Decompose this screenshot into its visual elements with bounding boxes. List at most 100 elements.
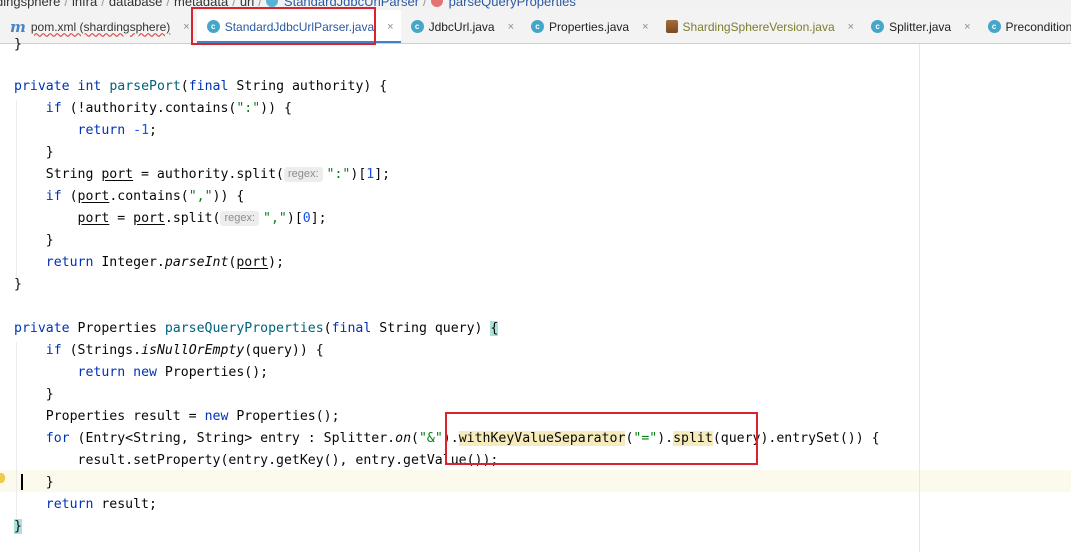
- class-icon: c: [871, 20, 885, 33]
- close-icon[interactable]: ×: [848, 21, 854, 33]
- breadcrumb-separator: /: [258, 0, 262, 9]
- code-text: ];: [374, 167, 391, 182]
- breadcrumb-item[interactable]: metadata: [174, 0, 228, 9]
- keyword: return: [45, 497, 94, 512]
- matched-brace: {: [490, 321, 499, 336]
- tab-label: JdbcUrl.java: [428, 19, 495, 34]
- code-text: (: [323, 321, 332, 336]
- static-method: parseInt: [164, 255, 229, 270]
- close-icon[interactable]: ×: [964, 21, 970, 33]
- jar-class-icon: [665, 20, 678, 33]
- code-editor[interactable]: } private int parsePort(final String aut…: [0, 37, 1071, 552]
- code-text: String query): [371, 321, 491, 336]
- breadcrumb-item[interactable]: infra: [72, 0, 97, 9]
- method-icon: [430, 0, 443, 7]
- number-literal: 0: [302, 211, 311, 226]
- code-text: (: [411, 431, 419, 446]
- tab-preconditions[interactable]: c Preconditions.java: [978, 10, 1071, 43]
- code-line: return new Properties();: [14, 362, 269, 384]
- code-text: (Strings.: [61, 343, 142, 358]
- code-text: .split(: [164, 211, 221, 226]
- string-literal: ",": [263, 211, 287, 226]
- variable: port: [133, 211, 165, 226]
- string-literal: "=": [633, 431, 658, 446]
- code-text: .contains(: [109, 189, 189, 204]
- tab-splitter[interactable]: c Splitter.java ×: [861, 10, 977, 43]
- code-text: ;: [149, 123, 157, 138]
- code-text: result;: [93, 497, 157, 512]
- code-line: if (Strings.isNullOrEmpty(query)) {: [14, 340, 324, 362]
- code-text: Properties();: [156, 365, 269, 380]
- keyword: new: [204, 409, 229, 424]
- breadcrumb-separator: /: [423, 0, 427, 9]
- variable: port: [77, 211, 110, 226]
- tab-pom-xml[interactable]: m pom.xml (shardingsphere) ×: [0, 10, 197, 43]
- code-text: .: [450, 431, 459, 446]
- code-line: Properties result = new Properties();: [14, 406, 340, 428]
- tab-jdbc-url[interactable]: c JdbcUrl.java ×: [401, 10, 521, 43]
- close-icon[interactable]: ×: [642, 21, 648, 33]
- code-line: }: [14, 384, 54, 406]
- string-literal: ":": [326, 167, 351, 182]
- tab-properties[interactable]: c Properties.java ×: [521, 10, 655, 43]
- string-literal: "&": [418, 431, 443, 446]
- code-line: String port = authority.split(regex: ":")…: [14, 164, 390, 186]
- highlighted-method: withKeyValueSeparator: [458, 431, 626, 446]
- code-line: }: [14, 230, 54, 252]
- code-text: }: [45, 475, 54, 490]
- keyword: return: [77, 123, 126, 138]
- class-icon: c: [410, 20, 424, 33]
- tab-standard-jdbc-url-parser[interactable]: c StandardJdbcUrlParser.java ×: [196, 10, 401, 43]
- breadcrumb-item[interactable]: dingsphere: [0, 0, 60, 9]
- text-cursor: [21, 474, 23, 490]
- keyword: for: [45, 431, 70, 446]
- breadcrumb-item[interactable]: parseQueryProperties: [449, 0, 576, 9]
- code-line: port = port.split(regex: ",")[0];: [14, 208, 327, 230]
- keyword: return: [77, 365, 126, 380]
- code-text: String authority) {: [228, 79, 388, 94]
- static-method: on: [395, 431, 412, 446]
- code-line: for (Entry<String, String> entry : Split…: [14, 428, 880, 450]
- code-text: Properties result =: [45, 409, 205, 424]
- parameter-hint: regex:: [220, 211, 260, 226]
- breadcrumb-item[interactable]: url: [240, 0, 254, 9]
- maven-icon: m: [10, 17, 26, 36]
- code-line: if (!authority.contains(":")) {: [14, 98, 292, 120]
- breadcrumb-item[interactable]: StandardJdbcUrlParser: [284, 0, 419, 9]
- code-line: private int parsePort(final String autho…: [14, 76, 387, 98]
- variable: port: [77, 189, 110, 204]
- static-method: isNullOrEmpty: [141, 343, 245, 358]
- tab-sharding-sphere-version[interactable]: ShardingSphereVersion.java ×: [656, 10, 862, 43]
- close-icon[interactable]: ×: [387, 21, 393, 33]
- close-icon[interactable]: ×: [183, 21, 189, 33]
- code-line: private Properties parseQueryProperties(…: [14, 318, 499, 340]
- code-text: }: [45, 145, 54, 160]
- code-line: }: [14, 277, 22, 292]
- code-text: = authority.split(: [133, 167, 284, 182]
- code-text: (query)) {: [244, 343, 324, 358]
- code-text: )[: [286, 211, 303, 226]
- matched-brace: }: [14, 519, 22, 534]
- code-line: return -1;: [14, 120, 157, 142]
- number-literal: -1: [133, 123, 150, 138]
- highlighted-method: split: [673, 431, 713, 446]
- code-text: )) {: [212, 189, 245, 204]
- breadcrumb-item[interactable]: database: [109, 0, 163, 9]
- code-text: (: [61, 189, 78, 204]
- tab-label: Preconditions.java: [1005, 19, 1071, 34]
- variable: port: [101, 167, 134, 182]
- code-text: String: [45, 167, 102, 182]
- code-text: ];: [310, 211, 327, 226]
- code-line: if (port.contains(",")) {: [14, 186, 245, 208]
- breadcrumb-separator: /: [232, 0, 236, 9]
- tab-label: ShardingSphereVersion.java: [682, 19, 835, 34]
- keyword: new: [133, 365, 157, 380]
- tab-label: Splitter.java: [889, 19, 952, 34]
- keyword: if: [45, 189, 62, 204]
- breadcrumb: dingsphere / infra / database / metadata…: [0, 0, 1071, 10]
- code-text: )) {: [260, 101, 292, 116]
- code-text: Properties: [69, 321, 165, 336]
- code-text: (!authority.contains(: [61, 101, 237, 116]
- code-line: result.setProperty(entry.getKey(), entry…: [14, 450, 499, 472]
- close-icon[interactable]: ×: [508, 21, 514, 33]
